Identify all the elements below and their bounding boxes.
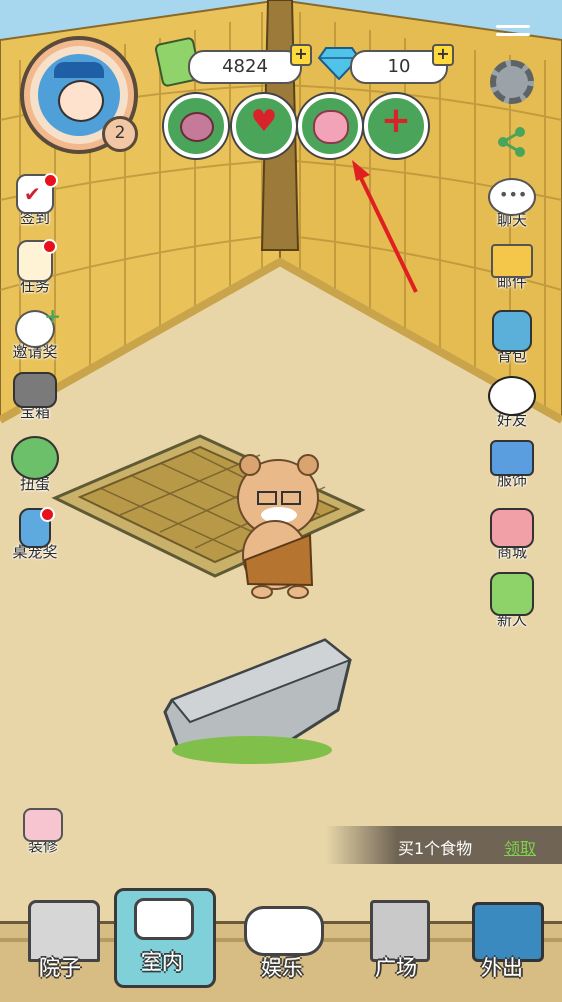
sidebar-item-mail[interactable]: 邮件 — [477, 244, 547, 291]
invite-panda-icon: + — [15, 304, 61, 348]
nav-entertainment[interactable]: 娱乐 — [232, 892, 332, 996]
nav-label: 外出 — [481, 956, 523, 980]
sidebar-item-tasks[interactable]: 任务 — [0, 239, 70, 295]
nav-outing[interactable]: 外出 — [452, 892, 552, 996]
gift-icon — [490, 572, 534, 616]
chat-bubble-icon: ••• — [488, 178, 536, 216]
decorate-button[interactable]: 装修 — [8, 808, 78, 855]
friends-panda-icon — [488, 376, 536, 416]
sidebar-item-clothing[interactable]: 服饰 — [477, 440, 547, 489]
notification-dot — [40, 507, 55, 522]
sidebar-item-gacha[interactable]: 扭蛋 — [0, 436, 70, 493]
clothing-icon — [490, 440, 534, 476]
calendar-check-icon: ✔ — [16, 173, 58, 214]
sidebar-item-friends[interactable]: 好友 — [477, 376, 547, 429]
treasure-chest-icon — [13, 372, 57, 408]
sidebar-item-chat[interactable]: ••• 聊天 — [477, 178, 547, 229]
task-list-icon — [17, 239, 57, 282]
add-diamonds-button[interactable]: + — [432, 44, 454, 66]
gear-icon[interactable] — [490, 60, 534, 104]
gamepad-icon — [244, 906, 324, 956]
menu-icon[interactable] — [496, 22, 530, 42]
sidebar-item-shop[interactable]: 商城 — [477, 508, 547, 561]
brain-icon[interactable] — [298, 94, 362, 158]
add-coins-button[interactable]: + — [290, 44, 312, 66]
sidebar-item-chest[interactable]: 宝箱 — [0, 372, 70, 421]
claim-link[interactable]: 领取 — [504, 835, 536, 859]
sidebar-item-signin[interactable]: ✔ 签到 — [0, 173, 70, 227]
notification-dot — [43, 173, 58, 188]
nav-yard[interactable]: 院子 — [10, 892, 110, 996]
coin-counter: 4824 — [188, 50, 302, 84]
nav-label: 院子 — [39, 956, 81, 980]
gacha-machine-icon — [11, 436, 59, 480]
shop-icon — [490, 508, 534, 548]
pillow-icon — [134, 898, 194, 940]
mail-icon — [491, 244, 533, 278]
nav-indoor[interactable]: 室内 — [112, 888, 216, 996]
nav-label: 娱乐 — [261, 956, 303, 980]
sidebar-item-backpack[interactable]: 背包 — [477, 310, 547, 365]
meat-icon[interactable] — [164, 94, 228, 158]
share-icon[interactable] — [496, 126, 528, 158]
food-offer-banner[interactable]: 买1个食物 领取 — [326, 826, 562, 864]
sofa-icon — [23, 808, 63, 842]
desktop-pet-icon — [19, 507, 55, 548]
food-offer-text: 买1个食物 — [398, 839, 473, 858]
sidebar-item-invite[interactable]: + 邀请奖 — [0, 304, 70, 361]
heart-icon[interactable]: ♥ — [232, 94, 296, 158]
notification-dot — [42, 239, 57, 254]
sidebar-item-newbie[interactable]: 新人 — [477, 572, 547, 629]
nav-square[interactable]: 广场 — [346, 892, 446, 996]
health-cross-icon[interactable]: + — [364, 94, 428, 158]
backpack-icon — [492, 310, 532, 352]
sidebar-item-desktop-pet[interactable]: 桌宠奖 — [0, 507, 70, 561]
nav-label: 室内 — [141, 950, 183, 974]
level-badge: 2 — [102, 116, 138, 152]
nav-label: 广场 — [375, 956, 417, 980]
